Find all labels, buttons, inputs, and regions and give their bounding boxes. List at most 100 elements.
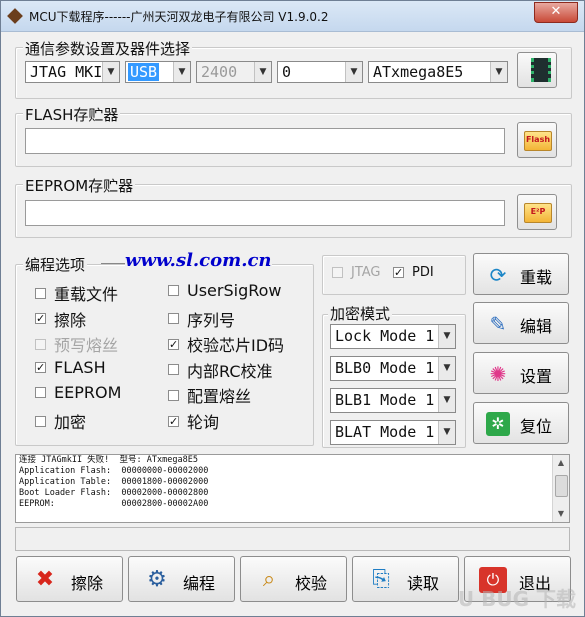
flash-open-button[interactable]: Flash bbox=[517, 122, 557, 158]
checkbox-box[interactable] bbox=[168, 313, 179, 325]
watermark: U BUG 下载 bbox=[457, 587, 576, 611]
checkbox-box[interactable]: ✓ bbox=[35, 313, 46, 325]
close-button[interactable]: ✕ bbox=[534, 2, 578, 23]
option-checkbox[interactable]: 配置熔丝 bbox=[168, 383, 251, 407]
checkbox-box[interactable]: ✓ bbox=[168, 338, 179, 350]
checkbox-box[interactable]: ✓ bbox=[168, 415, 179, 427]
log-line: Boot Loader Flash: 00002000-00002800 bbox=[19, 488, 209, 498]
status-bar bbox=[15, 527, 570, 551]
option-label: 重载文件 bbox=[54, 285, 119, 304]
option-checkbox[interactable]: ✓ 擦除 bbox=[35, 307, 86, 331]
edit-button[interactable]: ✎ 编辑 bbox=[473, 302, 569, 344]
scroll-up-icon[interactable]: ▲ bbox=[553, 455, 569, 471]
read-label: 读取 bbox=[407, 574, 440, 593]
settings-button[interactable]: ✺ 设置 bbox=[473, 352, 569, 394]
option-label: 擦除 bbox=[54, 310, 87, 330]
chip-icon bbox=[531, 58, 551, 82]
log-output[interactable]: 连接 JTAGmkII 失败! 型号: ATxmega8E5 Applicatio… bbox=[15, 454, 570, 523]
verify-button[interactable]: ⌕ 校验 bbox=[240, 556, 347, 602]
address-select[interactable]: 0 ▼ bbox=[277, 61, 363, 83]
eeprom-legend: EEPROM存贮器 bbox=[23, 175, 136, 196]
folder-icon: E²P bbox=[524, 203, 552, 223]
eeprom-open-button[interactable]: E²P bbox=[517, 194, 557, 230]
reload-button[interactable]: ⟳ 重载 bbox=[473, 253, 569, 295]
program-label: 编程 bbox=[183, 574, 216, 593]
option-checkbox[interactable]: 加密 bbox=[35, 409, 86, 433]
chevron-down-icon[interactable]: ▼ bbox=[490, 62, 507, 82]
scroll-thumb[interactable] bbox=[555, 475, 568, 497]
chevron-down-icon[interactable]: ▼ bbox=[438, 421, 455, 444]
chevron-down-icon[interactable]: ▼ bbox=[438, 389, 455, 412]
checkbox-box[interactable]: ✓ bbox=[35, 361, 46, 373]
refresh-icon: ⟳ bbox=[489, 263, 507, 287]
blb0-mode-select[interactable]: BLB0 Mode 1 ▼ bbox=[330, 356, 456, 381]
programmer-value: JTAG MKII bbox=[30, 63, 112, 81]
title-bar[interactable]: MCU下载程序------广州天河双龙电子有限公司 V1.9.0.2 ✕ bbox=[1, 1, 584, 32]
reset-button[interactable]: ✲ 复位 bbox=[473, 402, 569, 444]
lock-mode-value: Lock Mode 1 bbox=[335, 327, 435, 345]
option-checkbox[interactable]: UserSigRow bbox=[168, 281, 282, 300]
option-checkbox[interactable]: 内部RC校准 bbox=[168, 358, 273, 382]
flash-file-input[interactable] bbox=[25, 128, 505, 154]
option-checkbox[interactable]: ✓ FLASH bbox=[35, 358, 106, 377]
log-scrollbar[interactable]: ▲ ▼ bbox=[552, 455, 569, 522]
read-icon: ⎘ bbox=[372, 567, 390, 592]
pdi-interface-checkbox[interactable]: ✓ PDI bbox=[393, 265, 434, 280]
blat-mode-select[interactable]: BLAT Mode 1 ▼ bbox=[330, 420, 456, 445]
log-line: Application Flash: 00000000-00002000 bbox=[19, 466, 209, 476]
checkbox-box[interactable] bbox=[168, 364, 179, 376]
lock-mode-select[interactable]: Lock Mode 1 ▼ bbox=[330, 324, 456, 349]
pdi-checkbox-box[interactable]: ✓ bbox=[393, 267, 404, 278]
option-checkbox[interactable]: ✓ 轮询 bbox=[168, 409, 219, 433]
chevron-down-icon[interactable]: ▼ bbox=[173, 62, 190, 82]
option-checkbox: 预写熔丝 bbox=[35, 332, 118, 356]
settings-label: 设置 bbox=[520, 367, 553, 386]
chip-info-button[interactable] bbox=[517, 52, 557, 88]
device-select[interactable]: ATxmega8E5 ▼ bbox=[368, 61, 508, 83]
checkbox-box[interactable] bbox=[35, 387, 46, 399]
option-label: 内部RC校准 bbox=[187, 361, 273, 381]
checkbox-box[interactable] bbox=[35, 287, 46, 299]
scroll-down-icon[interactable]: ▼ bbox=[553, 506, 569, 522]
option-label: 校验芯片ID码 bbox=[187, 336, 285, 356]
chevron-down-icon[interactable]: ▼ bbox=[438, 325, 455, 348]
divider bbox=[101, 263, 125, 264]
option-checkbox[interactable]: ✓ 校验芯片ID码 bbox=[168, 332, 284, 356]
option-label: EEPROM bbox=[54, 383, 122, 403]
verify-label: 校验 bbox=[295, 574, 328, 593]
jtag-interface-checkbox: JTAG bbox=[332, 265, 381, 280]
read-button[interactable]: ⎘ 读取 bbox=[352, 556, 459, 602]
checkbox-box[interactable] bbox=[168, 389, 179, 401]
folder-icon: Flash bbox=[524, 131, 552, 151]
edit-icon: ✎ bbox=[489, 312, 507, 336]
gear-icon: ⚙ bbox=[147, 567, 167, 592]
app-icon bbox=[7, 8, 23, 24]
program-button[interactable]: ⚙ 编程 bbox=[128, 556, 235, 602]
app-window: MCU下载程序------广州天河双龙电子有限公司 V1.9.0.2 ✕ 通信参… bbox=[0, 0, 585, 617]
chevron-down-icon[interactable]: ▼ bbox=[438, 357, 455, 380]
address-value: 0 bbox=[282, 63, 292, 81]
checkbox-box[interactable] bbox=[168, 285, 179, 296]
checkbox-box[interactable] bbox=[35, 415, 46, 427]
chevron-down-icon[interactable]: ▼ bbox=[345, 62, 362, 82]
checkbox-box bbox=[35, 338, 46, 350]
blb1-mode-select[interactable]: BLB1 Mode 1 ▼ bbox=[330, 388, 456, 413]
option-checkbox[interactable]: 序列号 bbox=[168, 307, 235, 331]
option-label: 加密 bbox=[54, 413, 87, 432]
programmer-select[interactable]: JTAG MKII ▼ bbox=[25, 61, 120, 83]
baud-value: 2400 bbox=[201, 63, 238, 81]
magnifier-icon: ⌕ bbox=[262, 567, 276, 592]
window-title: MCU下载程序------广州天河双龙电子有限公司 V1.9.0.2 bbox=[29, 10, 329, 24]
option-checkbox[interactable]: 重载文件 bbox=[35, 281, 118, 305]
jtag-label: JTAG bbox=[351, 265, 381, 280]
reset-icon: ✲ bbox=[486, 412, 510, 436]
website-link[interactable]: www.sl.com.cn bbox=[125, 250, 272, 271]
reload-label: 重载 bbox=[520, 268, 553, 287]
port-select[interactable]: USB ▼ bbox=[125, 61, 191, 83]
eeprom-file-input[interactable] bbox=[25, 200, 505, 226]
erase-button[interactable]: ✖ 擦除 bbox=[16, 556, 123, 602]
chevron-down-icon[interactable]: ▼ bbox=[102, 62, 119, 82]
baud-select: 2400 ▼ bbox=[196, 61, 272, 83]
spark-icon: ✺ bbox=[489, 362, 507, 386]
option-checkbox[interactable]: EEPROM bbox=[35, 383, 121, 402]
